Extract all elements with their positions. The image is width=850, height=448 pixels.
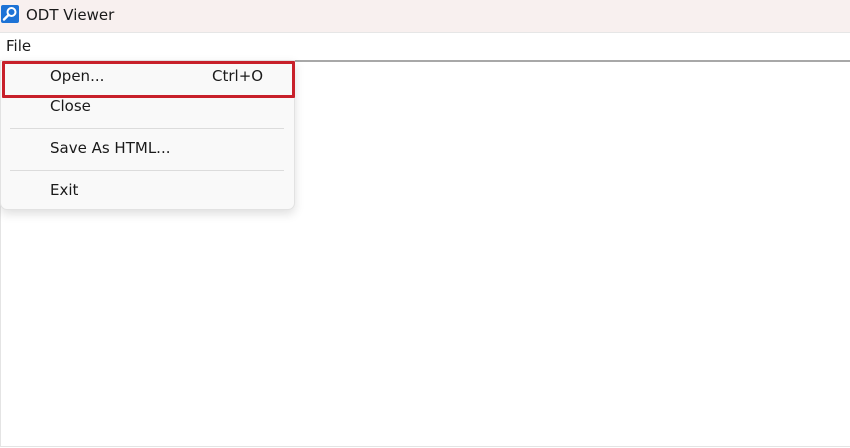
menu-file[interactable]: File	[6, 37, 31, 55]
menu-item-open-shortcut: Ctrl+O	[212, 67, 264, 85]
title-bar: ODT Viewer	[0, 0, 850, 32]
menu-bar: File	[0, 32, 850, 60]
menu-item-close[interactable]: Close	[1, 91, 294, 123]
file-dropdown-menu: Open... Ctrl+O Close Save As HTML... Exi…	[0, 60, 295, 210]
menu-item-exit[interactable]: Exit	[1, 175, 294, 207]
window-title: ODT Viewer	[26, 6, 115, 24]
menu-item-save-as-html-label: Save As HTML...	[50, 139, 171, 157]
menu-separator	[10, 128, 284, 129]
menu-item-close-label: Close	[50, 97, 91, 115]
menu-item-open[interactable]: Open... Ctrl+O	[1, 61, 294, 93]
app-window: ODT Viewer File Open... Ctrl+O Close Sav…	[0, 0, 850, 448]
magnifier-app-icon	[1, 5, 19, 23]
menu-item-exit-label: Exit	[50, 181, 79, 199]
menu-item-open-label: Open...	[50, 67, 105, 85]
menu-separator	[10, 170, 284, 171]
menu-item-save-as-html[interactable]: Save As HTML...	[1, 133, 294, 165]
